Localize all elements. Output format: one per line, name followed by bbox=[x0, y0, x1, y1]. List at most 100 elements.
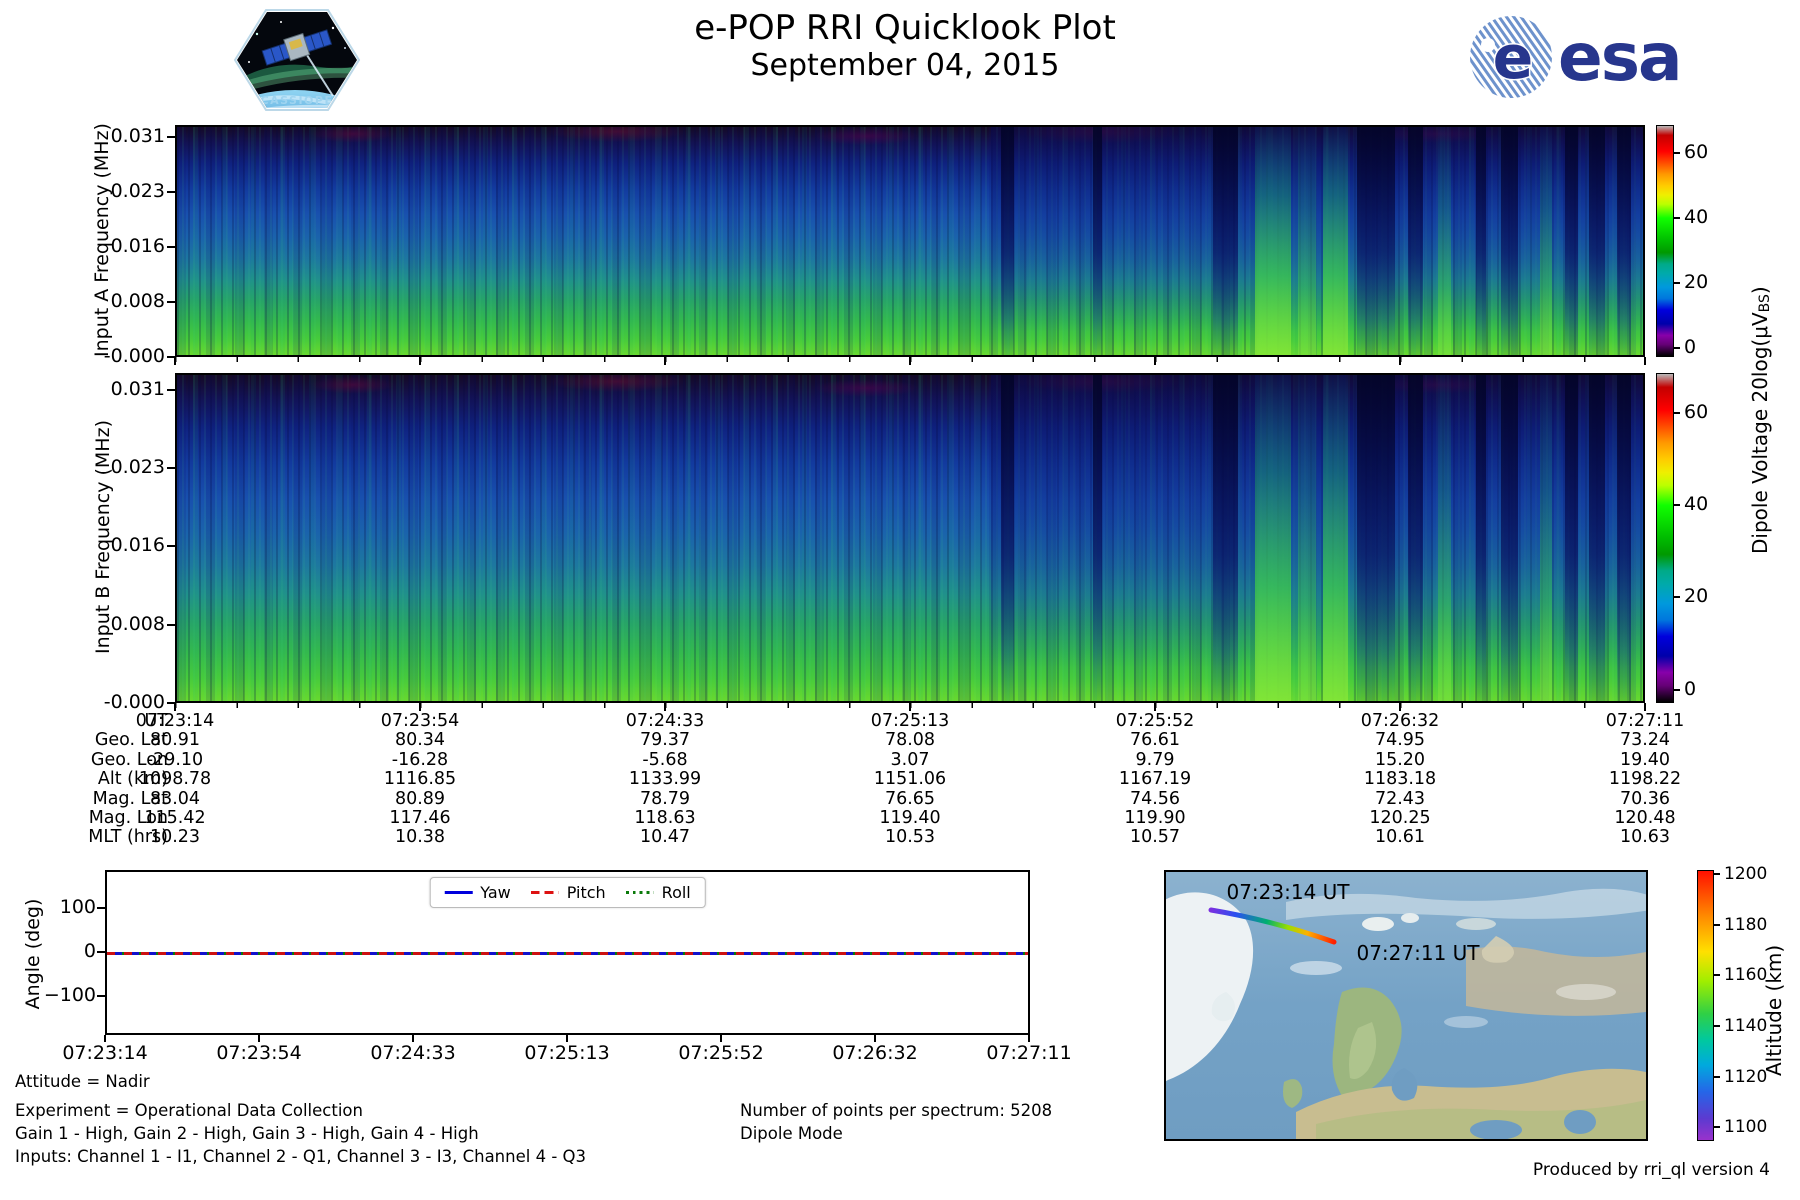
dipole-colorbar-b bbox=[1656, 373, 1674, 703]
ephemeris-cell: 1198.22 bbox=[1608, 769, 1682, 790]
altitude-colorbar bbox=[1697, 870, 1714, 1141]
dark-dropout-streak bbox=[1565, 127, 1579, 355]
freq-tick-mark bbox=[167, 135, 175, 138]
ephemeris-cell: 3.07 bbox=[890, 749, 930, 770]
legend-item-pitch: Pitch bbox=[530, 883, 606, 902]
ephemeris-cell: 120.48 bbox=[1614, 808, 1676, 828]
experiment-text: Experiment = Operational Data Collection bbox=[15, 1101, 363, 1120]
svg-text:e: e bbox=[1493, 23, 1534, 93]
ephemeris-cell: 70.36 bbox=[1619, 788, 1671, 809]
bright-signal-streak bbox=[1254, 375, 1292, 701]
ephemeris-cell: 80.34 bbox=[394, 730, 446, 751]
attitude-angle-line bbox=[107, 952, 1028, 955]
dark-dropout-streak bbox=[1475, 375, 1487, 701]
freq-tick-label: 0.031 bbox=[110, 124, 165, 147]
ephemeris-cell: 07:27:11 bbox=[1605, 711, 1685, 731]
ephemeris-cell: 07:23:54 bbox=[380, 711, 460, 731]
angle-ytick-label: 0 bbox=[83, 940, 96, 962]
legend-label: Pitch bbox=[566, 883, 606, 902]
ephemeris-cell: 07:26:32 bbox=[1360, 711, 1440, 731]
freq-tick-label: 0.016 bbox=[110, 234, 165, 257]
angle-xtick-label: 07:25:52 bbox=[678, 1042, 764, 1064]
ephemeris-cell: 1133.99 bbox=[628, 769, 702, 790]
bright-signal-streak bbox=[1437, 375, 1451, 701]
dipole-cbar-tick-mark bbox=[1674, 411, 1680, 414]
legend-label: Yaw bbox=[480, 883, 511, 902]
legend-label: Roll bbox=[661, 883, 691, 902]
gains-text: Gain 1 - High, Gain 2 - High, Gain 3 - H… bbox=[15, 1124, 479, 1143]
angle-xtick-label: 07:26:32 bbox=[832, 1042, 918, 1064]
bright-signal-streak bbox=[1323, 375, 1349, 701]
ephemeris-cell: 78.08 bbox=[884, 730, 936, 751]
bright-signal-streak bbox=[1298, 375, 1317, 701]
ephemeris-cell: 10.38 bbox=[394, 827, 446, 848]
dipole-mode-text: Dipole Mode bbox=[740, 1124, 843, 1143]
angle-xtick-mark bbox=[412, 1035, 414, 1042]
x-major-tick-mark bbox=[1644, 703, 1646, 711]
dipole-cbar-tick-mark bbox=[1674, 596, 1680, 599]
ephemeris-cell: 74.56 bbox=[1129, 788, 1181, 809]
dark-dropout-streak bbox=[1500, 127, 1519, 355]
freq-tick-label: -0.000 bbox=[103, 691, 165, 713]
dipole-colorbar-a bbox=[1656, 125, 1674, 357]
dipole-cbar-tick-label: 20 bbox=[1684, 270, 1709, 293]
ephemeris-cell: 76.65 bbox=[884, 788, 936, 809]
ephemeris-cell: 80.91 bbox=[149, 730, 201, 751]
angle-xtick-label: 07:24:33 bbox=[370, 1042, 456, 1064]
angle-plot: Yaw Pitch Roll bbox=[105, 870, 1030, 1035]
esa-logo-text: esa bbox=[1558, 19, 1683, 96]
ephemeris-cell: 80.89 bbox=[394, 788, 446, 809]
bright-signal-streak bbox=[1437, 127, 1451, 355]
ephemeris-cell: 1098.78 bbox=[138, 769, 212, 790]
dark-dropout-streak bbox=[1408, 375, 1424, 701]
angle-ytick-mark bbox=[97, 995, 105, 997]
angle-plot-legend: Yaw Pitch Roll bbox=[429, 877, 706, 908]
dark-dropout-streak bbox=[1616, 375, 1632, 701]
altitude-cbar-tick-mark bbox=[1714, 974, 1720, 977]
ephemeris-cell: 120.25 bbox=[1369, 808, 1431, 828]
ephemeris-cell: 10.57 bbox=[1129, 827, 1181, 848]
freq-tick-mark bbox=[167, 190, 175, 193]
freq-tick-label: 0.016 bbox=[110, 534, 165, 557]
altitude-cbar-tick-label: 1120 bbox=[1724, 1066, 1768, 1087]
angle-xtick-mark bbox=[566, 1035, 568, 1042]
x-major-tick-mark bbox=[1644, 357, 1646, 365]
dark-dropout-streak bbox=[1588, 127, 1605, 355]
angle-xtick-label: 07:27:11 bbox=[986, 1042, 1072, 1064]
ephemeris-cell: 15.20 bbox=[1374, 749, 1426, 770]
ground-track-map: 07:23:14 UT 07:27:11 UT bbox=[1161, 870, 1651, 1142]
ephemeris-cell: 07:25:52 bbox=[1115, 711, 1195, 731]
legend-item-yaw: Yaw bbox=[444, 883, 511, 902]
altitude-cbar-tick-label: 1140 bbox=[1724, 1016, 1768, 1037]
cassiope-patch-label: CASSIOPE bbox=[261, 94, 334, 107]
dark-dropout-streak bbox=[1588, 375, 1605, 701]
angle-xtick-mark bbox=[258, 1035, 260, 1042]
dark-dropout-streak bbox=[1408, 127, 1424, 355]
x-major-tick-mark bbox=[664, 703, 666, 711]
map-start-label: 07:23:14 UT bbox=[1226, 880, 1350, 904]
freq-tick-mark bbox=[167, 388, 175, 391]
dipole-colorbar-label: Dipole Voltage 20log(μVBS) bbox=[1748, 286, 1773, 554]
freq-tick-label: -0.000 bbox=[103, 345, 165, 367]
freq-tick-label: 0.023 bbox=[110, 455, 165, 478]
esa-logo: e esa bbox=[1466, 14, 1683, 102]
freq-tick-mark bbox=[167, 300, 175, 303]
freq-tick-mark bbox=[167, 545, 175, 548]
dark-dropout-streak bbox=[1000, 375, 1015, 701]
altitude-cbar-tick-label: 1100 bbox=[1724, 1117, 1768, 1138]
dark-dropout-streak bbox=[1093, 375, 1103, 701]
x-major-tick-mark bbox=[1399, 357, 1401, 365]
ephemeris-cell: 119.90 bbox=[1124, 808, 1186, 828]
inputs-text: Inputs: Channel 1 - I1, Channel 2 - Q1, … bbox=[15, 1147, 586, 1166]
altitude-cbar-tick-mark bbox=[1714, 1075, 1720, 1078]
altitude-cbar-tick-label: 1160 bbox=[1724, 965, 1768, 986]
ephemeris-cell: 119.40 bbox=[879, 808, 941, 828]
spectrogram-input-b bbox=[175, 373, 1645, 703]
freq-tick-mark bbox=[167, 245, 175, 248]
dark-dropout-streak bbox=[1475, 127, 1487, 355]
freq-tick-mark bbox=[167, 623, 175, 626]
dark-dropout-streak bbox=[1565, 375, 1579, 701]
freq-tick-label: 0.008 bbox=[110, 612, 165, 635]
altitude-cbar-tick-label: 1200 bbox=[1724, 864, 1768, 885]
spectrogram-input-a bbox=[175, 125, 1645, 357]
